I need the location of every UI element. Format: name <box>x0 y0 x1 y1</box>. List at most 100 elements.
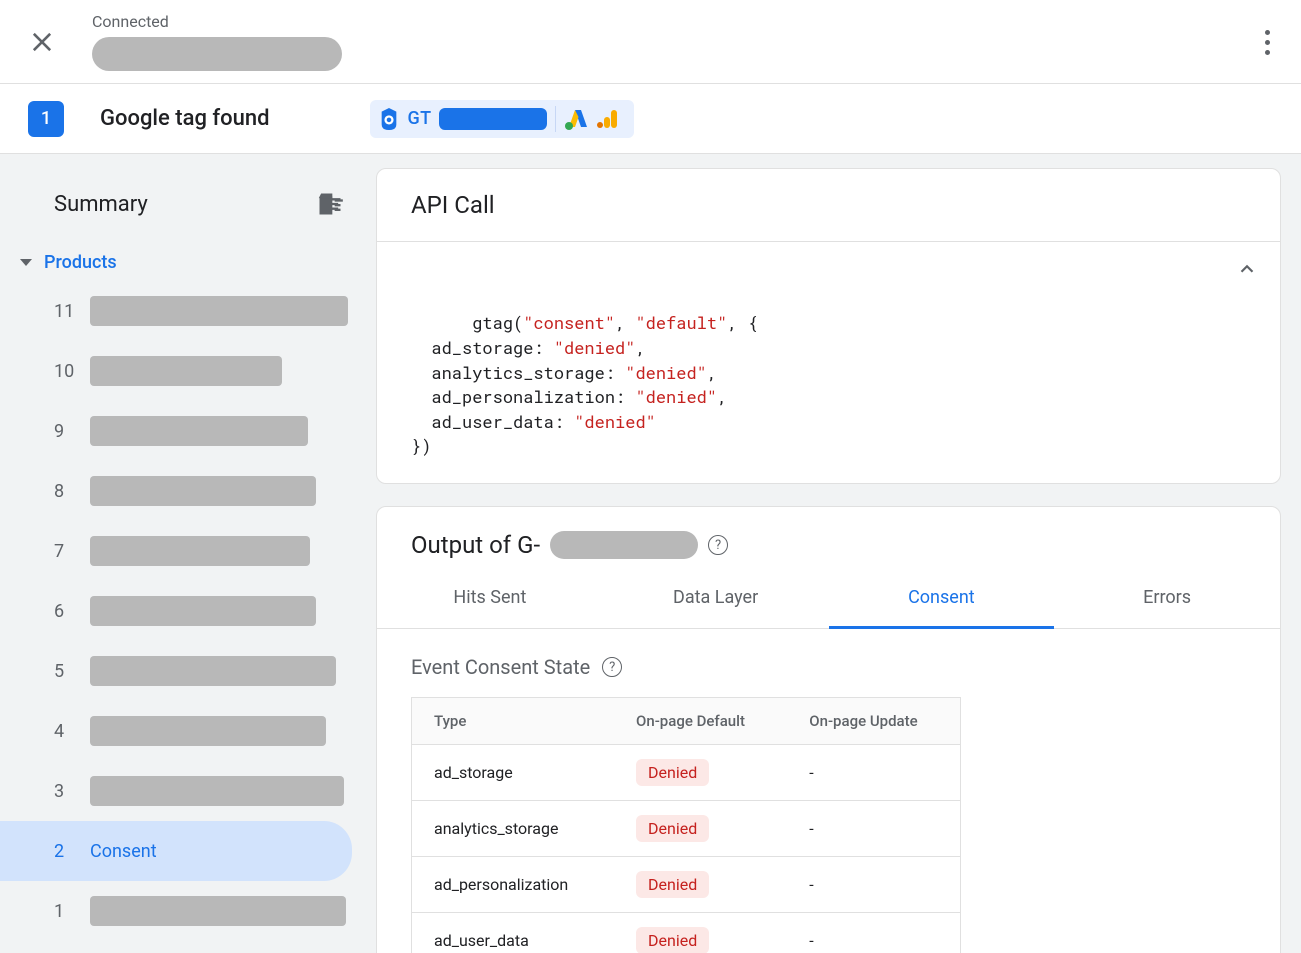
tag-count-badge: 1 <box>28 101 64 137</box>
table-header: On-page Update <box>787 698 960 745</box>
consent-table: TypeOn-page DefaultOn-page Update ad_sto… <box>411 697 961 953</box>
top-bar: Connected <box>0 0 1301 84</box>
close-icon[interactable] <box>28 28 56 56</box>
event-item[interactable]: 9 <box>0 401 370 461</box>
google-analytics-icon <box>596 107 620 131</box>
event-item[interactable]: 10 <box>0 341 370 401</box>
event-label-redacted <box>90 776 344 806</box>
status-badge: Denied <box>636 759 709 786</box>
event-label-redacted <box>90 716 326 746</box>
consent-type: ad_storage <box>412 745 615 801</box>
table-header: On-page Default <box>614 698 787 745</box>
summary-title: Summary <box>54 192 316 217</box>
event-number: 7 <box>54 541 76 562</box>
status-badge: Denied <box>636 815 709 842</box>
event-number: 10 <box>54 361 76 382</box>
consent-update: - <box>787 913 960 953</box>
event-number: 8 <box>54 481 76 502</box>
event-item[interactable]: 8 <box>0 461 370 521</box>
api-call-title: API Call <box>411 191 1246 219</box>
chip-divider <box>555 106 556 132</box>
connection-info: Connected <box>92 12 342 71</box>
output-id-redacted <box>550 531 698 559</box>
tag-found-bar: 1 Google tag found GT <box>0 84 1301 154</box>
tag-found-title: Google tag found <box>100 106 270 131</box>
chevron-up-icon[interactable] <box>1236 258 1258 280</box>
google-ads-icon <box>564 107 588 131</box>
api-call-header: API Call <box>377 169 1280 242</box>
table-row: ad_user_data Denied - <box>412 913 961 953</box>
output-title-prefix: Output of G- <box>411 531 540 559</box>
event-label-redacted <box>90 536 310 566</box>
consent-update: - <box>787 801 960 857</box>
event-number: 4 <box>54 721 76 742</box>
chevron-down-icon <box>20 259 32 266</box>
output-tabs: Hits SentData LayerConsentErrors <box>377 569 1280 629</box>
table-row: analytics_storageDenied- <box>412 801 961 857</box>
help-icon[interactable]: ? <box>708 535 728 555</box>
event-number: 11 <box>54 301 76 322</box>
tab-hits-sent[interactable]: Hits Sent <box>377 569 603 628</box>
table-row: ad_personalization Denied - <box>412 857 961 913</box>
consent-default: Denied <box>614 745 787 801</box>
event-item[interactable]: 4 <box>0 701 370 761</box>
table-header: Type <box>412 698 615 745</box>
event-label-redacted <box>90 596 316 626</box>
event-list: 11 10 9 8 7 6 5 4 3 2 Consent 1 <box>0 281 370 941</box>
event-label-redacted <box>90 356 282 386</box>
body: Summary Products 11 10 9 8 7 6 5 4 3 2 Consent 1 <box>0 154 1301 953</box>
consent-section-header: Event Consent State ? <box>411 655 1246 679</box>
event-item[interactable]: 2 Consent <box>0 821 352 881</box>
api-call-card: API Call gtag("consent", "default", { ad… <box>376 168 1281 484</box>
consent-default: Denied <box>614 857 787 913</box>
google-tag-icon <box>378 106 400 132</box>
event-number: 2 <box>54 841 76 862</box>
event-label-redacted <box>90 416 308 446</box>
consent-section-title: Event Consent State <box>411 655 590 679</box>
event-item[interactable]: 1 <box>0 881 370 941</box>
event-item[interactable]: 11 <box>0 281 370 341</box>
clear-all-icon[interactable] <box>316 190 344 218</box>
status-badge: Denied <box>636 927 709 953</box>
status-badge: Denied <box>636 871 709 898</box>
connected-label: Connected <box>92 12 342 31</box>
consent-section: Event Consent State ? TypeOn-page Defaul… <box>377 629 1280 953</box>
summary-row[interactable]: Summary <box>0 180 370 228</box>
event-number: 5 <box>54 661 76 682</box>
api-call-code: gtag("consent", "default", { ad_storage:… <box>377 242 1280 483</box>
event-label: Consent <box>90 841 157 862</box>
event-item[interactable]: 7 <box>0 521 370 581</box>
tab-errors[interactable]: Errors <box>1054 569 1280 628</box>
event-item[interactable]: 5 <box>0 641 370 701</box>
help-icon[interactable]: ? <box>602 657 622 677</box>
event-number: 1 <box>54 901 76 922</box>
consent-default: Denied <box>614 801 787 857</box>
output-card: Output of G- ? Hits SentData LayerConsen… <box>376 506 1281 953</box>
event-number: 9 <box>54 421 76 442</box>
more-menu-icon[interactable] <box>1255 22 1279 62</box>
tag-chip[interactable]: GT <box>370 100 635 138</box>
sidebar-section-header[interactable]: Products <box>0 228 370 281</box>
tab-consent[interactable]: Consent <box>829 569 1055 629</box>
consent-type: ad_personalization <box>412 857 615 913</box>
event-label-redacted <box>90 296 348 326</box>
tab-data-layer[interactable]: Data Layer <box>603 569 829 628</box>
event-number: 6 <box>54 601 76 622</box>
sidebar-section-title: Products <box>44 252 117 273</box>
event-item[interactable]: 6 <box>0 581 370 641</box>
event-item[interactable]: 3 <box>0 761 370 821</box>
connected-domain-redacted <box>92 37 342 71</box>
table-row: ad_storage Denied - <box>412 745 961 801</box>
consent-update: - <box>787 857 960 913</box>
consent-default: Denied <box>614 913 787 953</box>
event-number: 3 <box>54 781 76 802</box>
event-label-redacted <box>90 656 336 686</box>
event-label-redacted <box>90 476 316 506</box>
event-label-redacted <box>90 896 346 926</box>
gt-prefix: GT <box>408 108 432 129</box>
consent-update: - <box>787 745 960 801</box>
consent-type: ad_user_data <box>412 913 615 953</box>
tag-id-redacted <box>439 108 547 130</box>
sidebar: Summary Products 11 10 9 8 7 6 5 4 3 2 Consent 1 <box>0 154 370 953</box>
output-title-row: Output of G- ? <box>377 507 1280 569</box>
